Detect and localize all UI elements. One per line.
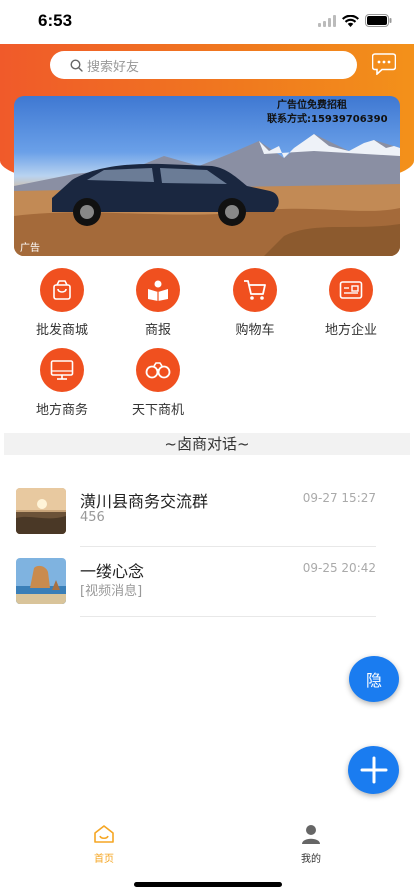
divider (80, 616, 376, 617)
signal-icon (318, 14, 336, 27)
chat-bubble-icon[interactable] (372, 53, 396, 75)
avatar (16, 558, 66, 604)
grid-item-cart[interactable]: 购物车 (207, 268, 303, 338)
grid-item-news[interactable]: 商报 (110, 268, 206, 338)
search-input[interactable]: 搜索好友 (50, 51, 357, 79)
ad-banner[interactable]: 广告位免费招租 联系方式:15939706390 广告 (14, 96, 400, 256)
cart-icon (233, 268, 277, 312)
grid-label: 地方商务 (35, 403, 88, 418)
avatar (16, 488, 66, 534)
person-icon (302, 825, 320, 844)
grid-label: 地方企业 (324, 323, 377, 338)
tab-mine[interactable]: 我的 (281, 824, 341, 865)
search-icon (70, 58, 83, 72)
chat-last-message: [视频消息] (80, 584, 143, 599)
chat-name: 潢川县商务交流群 (80, 492, 209, 511)
status-bar: 6:53 (0, 0, 414, 44)
chat-name: 一缕心念 (80, 562, 145, 581)
tab-bar: 首页 我的 (0, 818, 414, 868)
chat-time: 09-27 15:27 (302, 491, 376, 505)
grid-label: 购物车 (235, 323, 275, 338)
banner-ad-line2: 联系方式:15939706390 (267, 114, 388, 125)
hide-button[interactable]: 隐 (349, 656, 399, 702)
plus-icon (360, 756, 387, 784)
section-title: ~卤商对话~ (4, 433, 410, 455)
reader-icon (136, 268, 180, 312)
grid-item-local-enterprise[interactable]: 地方企业 (303, 268, 399, 338)
banner-ad-tag: 广告 (20, 243, 40, 254)
banner-ad-text: 广告位免费招租 联系方式:15939706390 (267, 99, 388, 127)
card-icon (329, 268, 373, 312)
car-illustration (52, 163, 279, 226)
home-icon (94, 825, 114, 843)
grid-item-local-business[interactable]: 地方商务 (14, 348, 110, 418)
chat-list-item[interactable]: 一缕心念 [视频消息] 09-25 20:42 (16, 558, 376, 628)
tab-home[interactable]: 首页 (74, 824, 134, 865)
tab-mine-label: 我的 (301, 854, 321, 865)
banner-ad-line1: 广告位免费招租 (277, 100, 347, 111)
grid-label: 批发商城 (35, 323, 88, 338)
monitor-icon (40, 348, 84, 392)
grid-label: 天下商机 (131, 403, 184, 418)
tab-home-label: 首页 (94, 854, 114, 865)
binoculars-icon (136, 348, 180, 392)
chat-list-item[interactable]: 潢川县商务交流群 456 09-27 15:27 (16, 488, 376, 558)
battery-icon (365, 14, 392, 27)
divider (80, 546, 376, 547)
chat-time: 09-25 20:42 (302, 561, 376, 575)
home-indicator (134, 882, 282, 887)
grid-label: 商报 (144, 323, 171, 338)
grid-item-opportunities[interactable]: 天下商机 (110, 348, 206, 418)
wifi-icon (342, 14, 359, 27)
status-time: 6:53 (38, 11, 73, 30)
add-button[interactable] (348, 746, 399, 794)
grid-item-wholesale[interactable]: 批发商城 (14, 268, 110, 338)
chat-last-message: 456 (80, 510, 105, 525)
status-icons (318, 14, 392, 27)
shopping-bag-icon (40, 268, 84, 312)
search-placeholder: 搜索好友 (87, 59, 140, 75)
